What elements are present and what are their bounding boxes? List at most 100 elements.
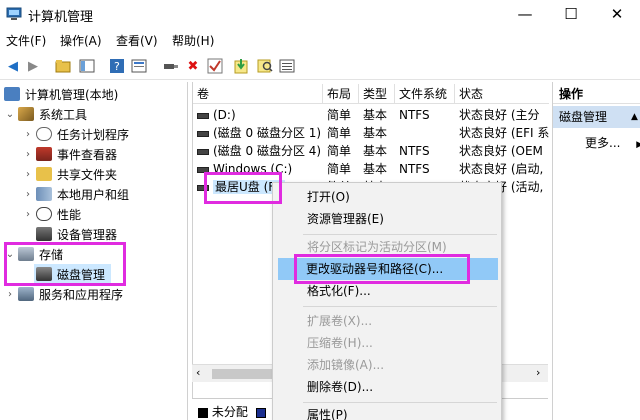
- menu-help[interactable]: 帮助(H): [172, 32, 214, 49]
- tree-item-performance[interactable]: › 性能: [22, 204, 81, 224]
- unallocated-swatch: [198, 407, 208, 418]
- legend-unallocated: 未分配: [198, 403, 266, 420]
- context-menu: 打开(O) 资源管理器(E) 将分区标记为活动分区(M) 格式化(F)... 扩…: [272, 182, 502, 420]
- cell-status: 状态良好 (主分: [459, 108, 540, 122]
- tree-item-task-scheduler[interactable]: › 任务计划程序: [22, 124, 129, 144]
- device-manager-icon: [36, 227, 52, 241]
- chevron-right-icon[interactable]: ›: [22, 169, 34, 180]
- event-viewer-icon: [36, 147, 52, 161]
- volume-icon: [197, 148, 209, 155]
- menu-view[interactable]: 查看(V): [116, 32, 158, 49]
- list-header: 卷 布局 类型 文件系统 状态: [193, 84, 549, 104]
- menu-file[interactable]: 文件(F): [6, 32, 46, 49]
- delete-icon[interactable]: ✖: [184, 57, 202, 75]
- close-button[interactable]: ✕: [594, 0, 640, 28]
- cell-type: 基本: [363, 144, 388, 158]
- list-view-icon[interactable]: [278, 57, 296, 75]
- actions-section-label: 磁盘管理: [559, 110, 608, 124]
- table-row[interactable]: (磁盘 0 磁盘分区 1) 简单 基本 状态良好 (EFI 系: [193, 124, 549, 142]
- annotation-box-change-drive-letter: [294, 254, 470, 284]
- forward-arrow-icon[interactable]: ▶: [24, 57, 42, 75]
- menu-bar: 文件(F) 操作(A) 查看(V) 帮助(H): [0, 28, 640, 50]
- show-hide-tree-icon[interactable]: [78, 57, 96, 75]
- cell-layout: 简单: [327, 144, 352, 158]
- column-header-volume[interactable]: 卷: [193, 84, 323, 104]
- tree-item-label: 系统工具: [39, 107, 88, 122]
- connect-icon[interactable]: [162, 57, 180, 75]
- chevron-right-icon[interactable]: ›: [22, 189, 34, 200]
- cell-volume: (磁盘 0 磁盘分区 4): [213, 144, 322, 158]
- column-header-layout[interactable]: 布局: [323, 84, 359, 104]
- volume-icon: [197, 130, 209, 137]
- column-header-type[interactable]: 类型: [359, 84, 395, 104]
- performance-icon: [36, 207, 52, 221]
- menu-extend-volume[interactable]: 扩展卷(X)...: [307, 311, 372, 331]
- tree-item-event-viewer[interactable]: › 事件查看器: [22, 144, 117, 164]
- annotation-box-storage: [4, 242, 126, 286]
- chevron-right-icon[interactable]: ›: [22, 209, 34, 220]
- tree-item-shared-folders[interactable]: › 共享文件夹: [22, 164, 117, 184]
- cell-filesystem: [395, 124, 455, 142]
- minimize-button[interactable]: —: [502, 0, 548, 28]
- tree-item-services[interactable]: › 服务和应用程序: [4, 284, 123, 304]
- computer-icon: [4, 87, 20, 101]
- table-row[interactable]: (D:) 简单 基本 NTFS 状态良好 (主分: [193, 106, 549, 124]
- tree-item-local-users[interactable]: › 本地用户和组: [22, 184, 129, 204]
- tools-icon: [18, 107, 34, 121]
- window-title: 计算机管理: [28, 10, 94, 25]
- tree-item-label: 本地用户和组: [57, 187, 130, 202]
- import-icon[interactable]: [232, 57, 250, 75]
- tree-item-system-tools[interactable]: ⌄ 系统工具: [4, 104, 87, 124]
- annotation-box-usb-volume: [204, 172, 282, 204]
- menu-separator: [303, 402, 497, 403]
- cell-volume: (D:): [213, 108, 236, 122]
- toolbar: ◀ ▶ ? ✖: [0, 52, 640, 80]
- cell-layout: 简单: [327, 126, 352, 140]
- maximize-button[interactable]: ☐: [548, 0, 594, 28]
- menu-properties[interactable]: 属性(P): [307, 405, 348, 420]
- menu-open[interactable]: 打开(O): [307, 187, 350, 207]
- more-actions[interactable]: 更多... ▶: [585, 134, 640, 151]
- title-bar: 计算机管理 — ☐ ✕: [0, 0, 640, 28]
- menu-add-mirror[interactable]: 添加镜像(A)...: [307, 355, 384, 375]
- scroll-right-icon[interactable]: ›: [536, 366, 540, 379]
- users-icon: [36, 187, 52, 201]
- search-icon[interactable]: [256, 57, 274, 75]
- up-folder-icon[interactable]: [54, 57, 72, 75]
- tree-item-label: 设备管理器: [57, 227, 118, 242]
- volume-icon: [197, 112, 209, 119]
- properties-icon[interactable]: [130, 57, 148, 75]
- column-header-filesystem[interactable]: 文件系统: [395, 84, 455, 104]
- back-arrow-icon[interactable]: ◀: [4, 57, 22, 75]
- check-icon[interactable]: [206, 57, 224, 75]
- cell-filesystem: NTFS: [399, 108, 430, 122]
- menu-delete-volume[interactable]: 删除卷(D)...: [307, 377, 373, 397]
- svg-text:?: ?: [114, 60, 120, 73]
- shared-folder-icon: [36, 167, 52, 181]
- column-header-status[interactable]: 状态: [455, 84, 549, 104]
- computer-management-icon: [6, 6, 22, 22]
- cell-volume: (磁盘 0 磁盘分区 1): [213, 126, 322, 140]
- table-row[interactable]: (磁盘 0 磁盘分区 4) 简单 基本 NTFS 状态良好 (OEM: [193, 142, 549, 160]
- scroll-left-icon[interactable]: ‹: [196, 366, 200, 379]
- actions-section-disk-management[interactable]: 磁盘管理 ▲: [553, 106, 640, 128]
- chevron-right-icon[interactable]: ›: [22, 129, 34, 140]
- cell-filesystem: NTFS: [399, 144, 430, 158]
- cell-status: 状态良好 (启动,: [459, 162, 544, 176]
- tree-item-label: 服务和应用程序: [39, 287, 124, 302]
- help-icon[interactable]: ?: [108, 57, 126, 75]
- triangle-up-icon[interactable]: ▲: [631, 106, 638, 128]
- menu-explorer[interactable]: 资源管理器(E): [307, 209, 384, 229]
- cell-type: 基本: [363, 108, 388, 122]
- tree-root[interactable]: 计算机管理(本地): [4, 84, 118, 104]
- chevron-down-icon[interactable]: ⌄: [4, 109, 16, 120]
- tree-root-label: 计算机管理(本地): [25, 87, 119, 102]
- chevron-right-icon[interactable]: ›: [22, 149, 34, 160]
- menu-action[interactable]: 操作(A): [60, 32, 102, 49]
- actions-pane: 操作 磁盘管理 ▲ 更多... ▶: [552, 82, 640, 420]
- menu-shrink-volume[interactable]: 压缩卷(H)...: [307, 333, 373, 353]
- chevron-right-icon[interactable]: ›: [4, 289, 16, 300]
- tree-item-device-manager[interactable]: 设备管理器: [34, 224, 117, 244]
- services-icon: [18, 287, 34, 301]
- menu-format[interactable]: 格式化(F)...: [307, 281, 371, 301]
